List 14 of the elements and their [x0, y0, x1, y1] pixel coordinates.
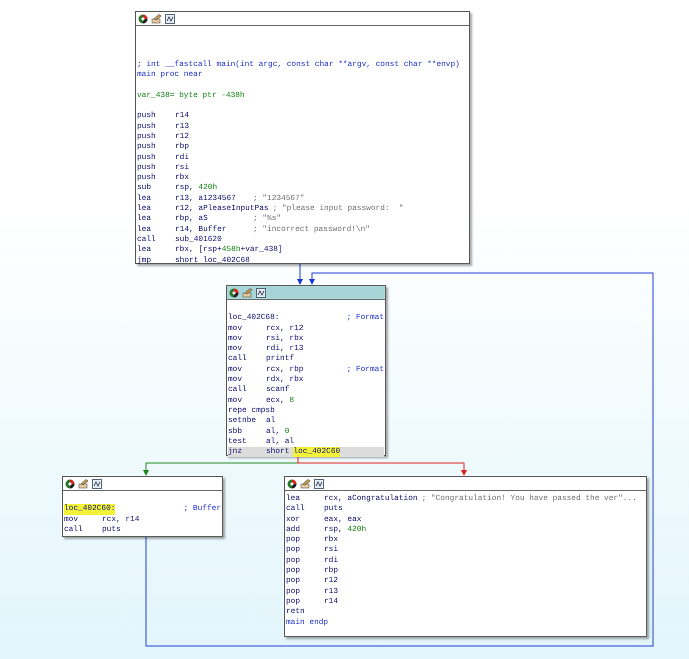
flow-arrow: [297, 264, 303, 285]
graph-icon[interactable]: [165, 14, 175, 24]
hand-pencil-icon[interactable]: [78, 478, 89, 488]
graph-icon[interactable]: [256, 288, 266, 298]
hand-pencil-icon[interactable]: [242, 288, 253, 298]
color-wheel-icon[interactable]: [287, 478, 297, 488]
graph-icon[interactable]: [314, 478, 324, 488]
code-block[interactable]: [135, 11, 470, 264]
color-wheel-icon[interactable]: [65, 478, 75, 488]
color-wheel-icon[interactable]: [138, 14, 148, 24]
graph-icon[interactable]: [92, 478, 102, 488]
color-wheel-icon[interactable]: [229, 288, 239, 298]
hand-pencil-icon[interactable]: [300, 478, 311, 488]
hand-pencil-icon[interactable]: [151, 14, 162, 24]
